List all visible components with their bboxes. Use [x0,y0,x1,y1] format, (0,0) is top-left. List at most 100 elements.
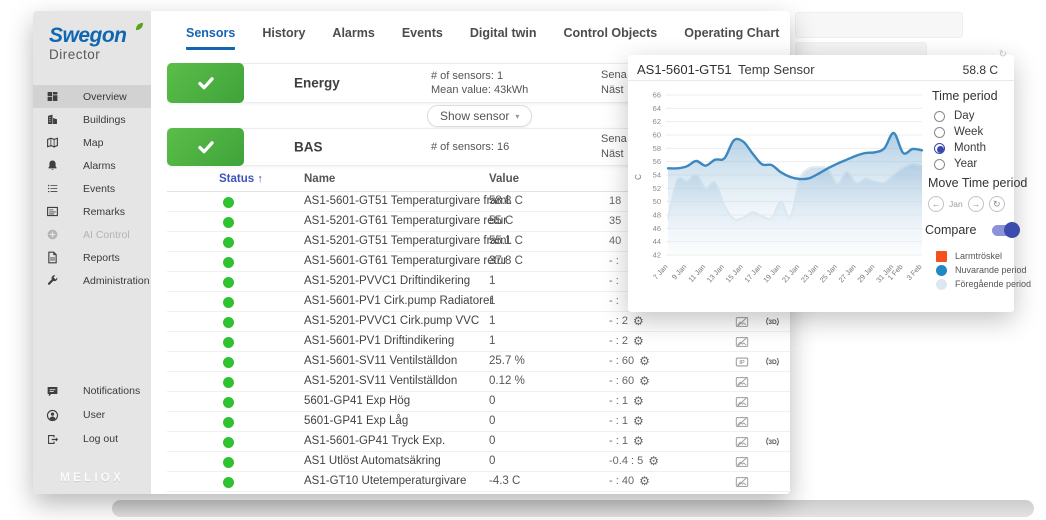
gear-icon[interactable]: ⚙ [633,315,644,327]
svg-text:60: 60 [653,131,661,140]
tab-control-objects[interactable]: Control Objects [563,26,657,50]
legend-swatch [936,251,947,262]
status-dot-ok [223,297,234,308]
sidebar-item-ai-control: AI Control [33,223,151,246]
gear-icon[interactable]: ⚙ [633,395,644,407]
sidebar-item-logout[interactable]: Log out [33,427,151,451]
status-dot-ok [223,477,234,488]
overview-icon [46,90,59,103]
sidebar-item-user[interactable]: User [33,403,151,427]
tab-events[interactable]: Events [402,26,443,50]
radio-icon[interactable] [934,159,945,170]
table-row[interactable]: AS1 Utlöst Automatsäkring 0 -0.4 : 5⚙ [167,452,790,472]
gear-icon[interactable]: ⚙ [633,435,644,447]
column-header-value[interactable]: Value [489,173,519,185]
table-row[interactable]: AS1-5601-GP41 Tryck Exp. 0 - : 1⚙3D [167,432,790,452]
sidebar-item-overview[interactable]: Overview [33,85,151,108]
administration-icon [46,274,59,287]
compare-row: Compare [925,223,1018,237]
sidebar-item-remarks[interactable]: Remarks [33,200,151,223]
svg-text:52: 52 [653,184,661,193]
group-next-label: Näst [601,147,627,162]
sidebar-item-buildings[interactable]: Buildings [33,108,151,131]
sensor-name: AS1-5601-PV1 Cirk.pump Radiatorer [304,295,493,307]
alarm-threshold: - : [609,275,619,287]
table-row[interactable]: 5601-GP41 Exp Låg 0 - : 1⚙ [167,412,790,432]
table-row[interactable]: AS1-GT10 Utetemperaturgivare -4.3 C - : … [167,472,790,492]
tab-bar: Sensors History Alarms Events Digital twin Co… [151,11,790,50]
compare-toggle[interactable] [992,225,1018,236]
reports-icon [46,251,59,264]
chevron-down-icon: ▾ [515,112,519,121]
background-window-edge [112,500,1034,517]
radio-icon[interactable] [934,127,945,138]
gear-icon[interactable]: ⚙ [633,415,644,427]
svg-text:64: 64 [653,104,661,113]
table-row[interactable]: AS1-5601-SV11 Ventilställdon 25.7 % - : … [167,352,790,372]
gear-icon[interactable]: ⚙ [639,355,650,367]
tab-alarms[interactable]: Alarms [332,26,374,50]
sensor-name: AS1-5601-GT61 Temperaturgivare retur [304,255,507,267]
buildings-icon [46,113,59,126]
legend-label: Larmtröskel [955,251,1002,261]
sensor-name: AS1-5201-PVVC1 Cirk.pump VVC [304,315,479,327]
gear-icon[interactable]: ⚙ [633,335,644,347]
alarms-icon [46,159,59,172]
radio-icon[interactable] [934,143,945,154]
time-period-label: Time period [932,89,998,103]
sidebar-item-reports[interactable]: Reports [33,246,151,269]
sidebar-item-events[interactable]: Events [33,177,151,200]
table-row[interactable]: AS1-5601-PV1 Driftindikering 1 - : 2⚙ [167,332,790,352]
sidebar-item-alarms[interactable]: Alarms [33,154,151,177]
no-image-glyph [735,335,749,349]
show-sensor-button[interactable]: Show sensor ▾ [427,105,532,127]
table-row[interactable]: 5601-GP41 Exp Hög 0 - : 1⚙ [167,392,790,412]
previous-period-button[interactable]: ← [928,196,944,212]
time-period-option-day[interactable]: Day [934,108,986,124]
no-image-icon [735,475,749,489]
alarm-threshold: -0.4 : 5⚙ [609,455,659,467]
ip-badge-icon[interactable]: IP [735,355,749,369]
time-period-option-year[interactable]: Year [934,156,986,172]
svg-text:62: 62 [653,117,661,126]
tab-history[interactable]: History [262,26,305,50]
gear-icon[interactable]: ⚙ [639,475,650,487]
sensor-name: AS1-GT10 Utetemperaturgivare [304,475,466,487]
sidebar-item-map[interactable]: Map [33,131,151,154]
status-ok-block [167,63,244,103]
next-period-button[interactable]: → [968,196,984,212]
tab-digital-twin[interactable]: Digital twin [470,26,537,50]
time-period-option-week[interactable]: Week [934,124,986,140]
column-header-status[interactable]: Status ↑ [219,173,263,185]
refresh-icon[interactable]: ↻ [999,49,1007,60]
group-next-label: Näst [601,83,627,98]
rotate-3d-icon[interactable]: 3D [765,314,780,329]
radio-icon[interactable] [934,111,945,122]
tab-operating-chart[interactable]: Operating Chart [684,26,779,50]
gear-icon[interactable]: ⚙ [648,455,659,467]
svg-text:46: 46 [653,224,661,233]
table-row[interactable]: AS1-5201-SV11 Ventilställdon 0.12 % - : … [167,372,790,392]
check-icon [195,72,217,94]
sidebar-item-label: Buildings [83,114,126,126]
buildings-glyph [46,113,59,126]
notifications-icon [46,385,59,398]
panel-current-value: 58.8 C [963,63,998,77]
logo-brand: Swegon [49,24,151,48]
status-dot-ok [223,357,234,368]
rotate-3d-icon[interactable]: 3D [765,434,780,449]
screenshot-canvas: Swegon Director Overview Buildings Map A… [0,0,1046,520]
background-window-fragment [795,12,963,38]
alarm-threshold: - : 1⚙ [609,435,644,447]
column-header-name[interactable]: Name [304,173,335,185]
group-sensor-count: # of sensors: 1 [431,69,528,83]
table-row[interactable]: AS1-5201-PVVC1 Cirk.pump VVC 1 - : 2⚙3D [167,312,790,332]
rotate-3d-icon[interactable]: 3D [765,354,780,369]
time-period-option-month[interactable]: Month [934,140,986,156]
reset-period-button[interactable]: ↻ [989,196,1005,212]
status-dot-ok [223,217,234,228]
tab-sensors[interactable]: Sensors [186,26,235,50]
sidebar-item-administration[interactable]: Administration [33,269,151,292]
gear-icon[interactable]: ⚙ [639,375,650,387]
sidebar-item-notifications[interactable]: Notifications [33,379,151,403]
